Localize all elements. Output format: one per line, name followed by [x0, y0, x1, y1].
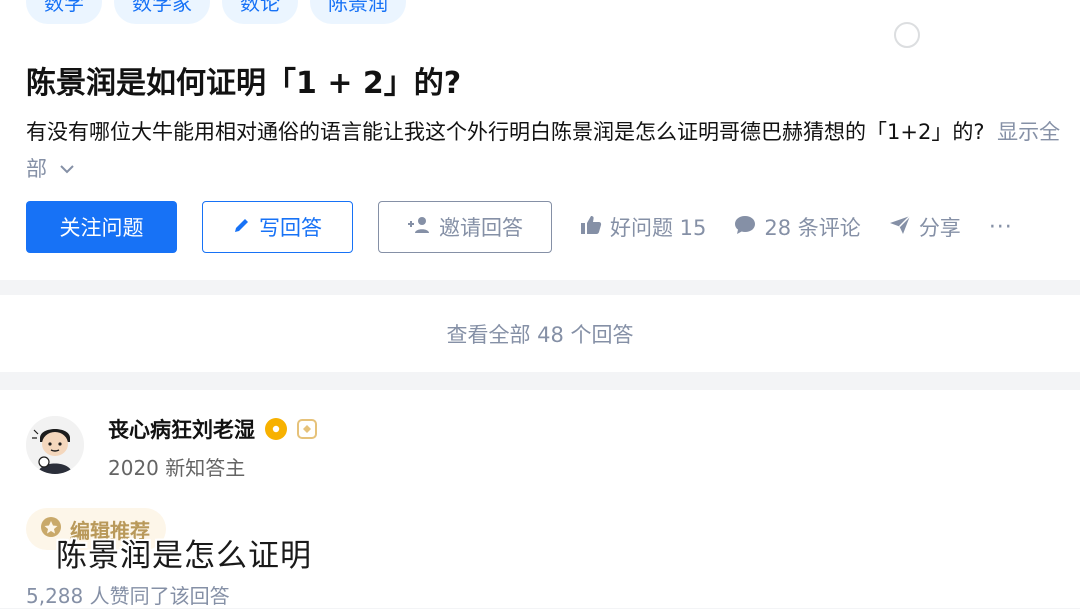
invite-label: 邀请回答 — [439, 216, 523, 240]
comments-label: 28 条评论 — [764, 216, 861, 240]
question-description-text: 有没有哪位大牛能用相对通俗的语言能让我这个外行明白陈景润是怎么证明哥德巴赫猜想的… — [26, 120, 985, 144]
topic-tag[interactable]: 数论 — [222, 0, 298, 24]
share-button[interactable]: 分享 — [889, 212, 961, 242]
question-description: 有没有哪位大牛能用相对通俗的语言能让我这个外行明白陈景润是怎么证明哥德巴赫猜想的… — [26, 114, 1061, 189]
video-watermark — [894, 20, 1060, 50]
thumbs-up-icon — [580, 215, 602, 240]
view-all-answers-bar[interactable]: 查看全部 48 个回答 — [0, 295, 1080, 372]
question-actions: 关注问题 写回答 邀请回答 好问题 15 28 条评论 分享 ··· — [26, 201, 1013, 253]
chevron-down-icon — [55, 162, 75, 178]
upvote-count: 5,288 人赞同了该回答 — [26, 584, 230, 608]
author-name-row: 丧心病狂刘老湿 — [108, 414, 317, 444]
write-label: 写回答 — [259, 216, 322, 240]
comment-icon — [734, 215, 756, 240]
certified-badge-icon — [265, 418, 287, 440]
question-header: 数学 数学家 数论 陈景润 陈景润是如何证明「1 + 2」的? 有没有哪位大牛能… — [0, 0, 1080, 280]
watermark-logo-icon — [894, 22, 920, 48]
answer-card: 丧心病狂刘老湿 2020 新知答主 编辑推荐 陈景润是怎么证明 5,288 人赞… — [0, 390, 1080, 608]
invite-answer-button[interactable]: 邀请回答 — [378, 201, 552, 253]
follow-question-button[interactable]: 关注问题 — [26, 201, 177, 253]
topic-tag[interactable]: 数学 — [26, 0, 102, 24]
topic-tag[interactable]: 陈景润 — [310, 0, 406, 24]
pencil-icon — [233, 215, 251, 239]
topic-tags: 数学 数学家 数论 陈景润 — [26, 0, 406, 24]
video-subtitle: 陈景润是怎么证明 — [56, 538, 312, 574]
author-subtitle: 2020 新知答主 — [108, 456, 246, 480]
author-name[interactable]: 丧心病狂刘老湿 — [108, 414, 255, 444]
follow-label: 关注问题 — [59, 216, 144, 240]
more-options-button[interactable]: ··· — [989, 215, 1013, 240]
add-user-icon — [407, 215, 431, 239]
good-question-button[interactable]: 好问题 15 — [580, 212, 706, 242]
creator-level-icon — [297, 419, 317, 439]
paper-plane-icon — [889, 214, 911, 240]
share-label: 分享 — [918, 216, 961, 240]
question-title: 陈景润是如何证明「1 + 2」的? — [26, 66, 462, 101]
topic-tag[interactable]: 数学家 — [114, 0, 210, 24]
avatar[interactable] — [26, 416, 84, 474]
write-answer-button[interactable]: 写回答 — [202, 201, 353, 253]
view-all-answers-label: 查看全部 48 个回答 — [446, 322, 634, 347]
good-question-label: 好问题 15 — [610, 216, 707, 240]
comments-button[interactable]: 28 条评论 — [734, 212, 861, 242]
